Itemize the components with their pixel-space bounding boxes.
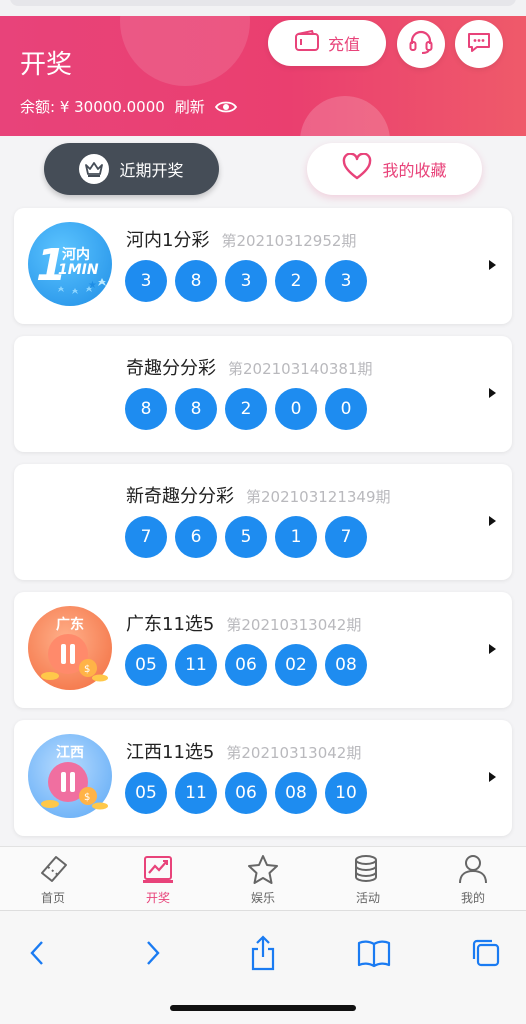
eye-icon[interactable] — [214, 100, 237, 114]
recent-draws-tab[interactable]: 近期开奖 — [44, 143, 219, 195]
result-ball: 06 — [225, 644, 267, 686]
result-ball: 0 — [275, 388, 317, 430]
result-ball: 02 — [275, 644, 317, 686]
tab-label: 活动 — [355, 891, 380, 905]
result-ball: 2 — [275, 260, 317, 302]
svg-text:$: $ — [84, 792, 90, 803]
result-ball: 3 — [325, 260, 367, 302]
lottery-card[interactable]: $ 广东 广东11选5 第20210313042期 05 11 06 02 08 — [14, 592, 512, 708]
result-ball: 0 — [325, 388, 367, 430]
lottery-period: 第202103121349期 — [246, 488, 391, 506]
recent-draws-label: 近期开奖 — [119, 161, 184, 180]
lottery-name: 新奇趣分分彩 — [126, 486, 234, 507]
result-ball: 1 — [275, 516, 317, 558]
lottery-name: 江西11选5 — [126, 742, 215, 763]
headset-icon — [408, 29, 434, 59]
tab-draws[interactable]: 开奖 — [118, 853, 198, 906]
result-ball: 6 — [175, 516, 217, 558]
result-ball: 11 — [175, 772, 217, 814]
browser-top-bar — [0, 0, 526, 16]
lottery-name: 河内1分彩 — [126, 230, 210, 251]
result-ball: 08 — [325, 644, 367, 686]
share-icon[interactable] — [243, 933, 283, 973]
recharge-label: 充值 — [327, 35, 360, 54]
tab-home[interactable]: 首页 — [13, 853, 93, 906]
my-favorites-tab[interactable]: 我的收藏 — [307, 143, 482, 195]
result-ball: 7 — [325, 516, 367, 558]
star-icon — [248, 855, 278, 884]
result-balls: 05 11 06 02 08 — [125, 644, 367, 686]
bottom-tab-bar: 首页 开奖 娱乐 活动 我的 — [0, 846, 526, 910]
result-ball: 05 — [125, 644, 167, 686]
result-balls: 3 8 3 2 3 — [125, 260, 367, 302]
lottery-name: 广东11选5 — [126, 614, 215, 635]
balance-text: 余额: ¥ 30000.0000 — [20, 98, 165, 116]
chevron-right-icon — [489, 772, 496, 782]
lottery-card[interactable]: 奇趣分分彩 第202103140381期 8 8 2 0 0 — [14, 336, 512, 452]
result-ball: 8 — [175, 260, 217, 302]
back-icon[interactable] — [18, 933, 58, 973]
result-ball: 10 — [325, 772, 367, 814]
lottery-period: 第20210313042期 — [226, 744, 362, 762]
lottery-card[interactable]: 新奇趣分分彩 第202103121349期 7 6 5 1 7 — [14, 464, 512, 580]
message-button[interactable] — [455, 20, 503, 68]
heart-icon — [342, 152, 372, 185]
jiangxi-11x5-logo: $ 江西 — [28, 734, 112, 818]
tabs-icon[interactable] — [466, 933, 506, 973]
chevron-right-icon — [489, 516, 496, 526]
result-ball: 2 — [225, 388, 267, 430]
tab-label: 开奖 — [145, 891, 170, 905]
result-ball: 5 — [225, 516, 267, 558]
chevron-right-icon — [489, 644, 496, 654]
wallet-icon — [294, 29, 320, 56]
result-balls: 8 8 2 0 0 — [125, 388, 367, 430]
my-favorites-label: 我的收藏 — [382, 161, 447, 180]
svg-text:$: $ — [84, 664, 90, 675]
result-ball: 06 — [225, 772, 267, 814]
tab-label: 娱乐 — [250, 891, 275, 905]
tab-activities[interactable]: 活动 — [328, 853, 408, 906]
tab-entertainment[interactable]: 娱乐 — [223, 853, 303, 906]
result-ball: 8 — [125, 388, 167, 430]
bookmarks-icon[interactable] — [354, 933, 394, 973]
lottery-period: 第20210312952期 — [221, 232, 357, 250]
chat-bubble-icon — [466, 30, 492, 58]
result-ball: 11 — [175, 644, 217, 686]
refresh-button[interactable]: 刷新 — [175, 96, 205, 117]
tab-label: 我的 — [460, 891, 485, 905]
chevron-right-icon — [489, 260, 496, 270]
result-ball: 7 — [125, 516, 167, 558]
home-indicator — [170, 1005, 356, 1011]
coins-icon — [355, 855, 377, 882]
crown-icon — [79, 154, 110, 184]
chart-icon — [143, 856, 173, 883]
hanoi-1min-logo: 1 ★ 河内 1MIN — [28, 222, 112, 306]
tab-label: 首页 — [40, 891, 65, 905]
result-ball: 08 — [275, 772, 317, 814]
lottery-card[interactable]: $ 江西 江西11选5 第20210313042期 05 11 06 08 10 — [14, 720, 512, 836]
result-balls: 05 11 06 08 10 — [125, 772, 367, 814]
customer-service-button[interactable] — [397, 20, 445, 68]
result-ball: 3 — [225, 260, 267, 302]
result-ball: 05 — [125, 772, 167, 814]
forward-icon[interactable] — [132, 933, 172, 973]
lottery-period: 第202103140381期 — [228, 360, 373, 378]
tab-profile[interactable]: 我的 — [433, 853, 513, 906]
lottery-name: 奇趣分分彩 — [126, 358, 216, 379]
lottery-period: 第20210313042期 — [226, 616, 362, 634]
result-ball: 3 — [125, 260, 167, 302]
recharge-button[interactable]: 充值 — [268, 20, 386, 66]
header: 开奖 余额: ¥ 30000.0000 刷新 — [0, 16, 526, 136]
user-icon — [459, 855, 487, 884]
page-title: 开奖 — [20, 50, 73, 80]
ticket-icon — [41, 856, 67, 882]
result-balls: 7 6 5 1 7 — [125, 516, 367, 558]
lottery-card[interactable]: 1 ★ 河内 1MIN 河内1分彩 第20210312952期 3 8 3 2 … — [14, 208, 512, 324]
result-ball: 8 — [175, 388, 217, 430]
chevron-right-icon — [489, 388, 496, 398]
guangdong-11x5-logo: $ 广东 — [28, 606, 112, 690]
